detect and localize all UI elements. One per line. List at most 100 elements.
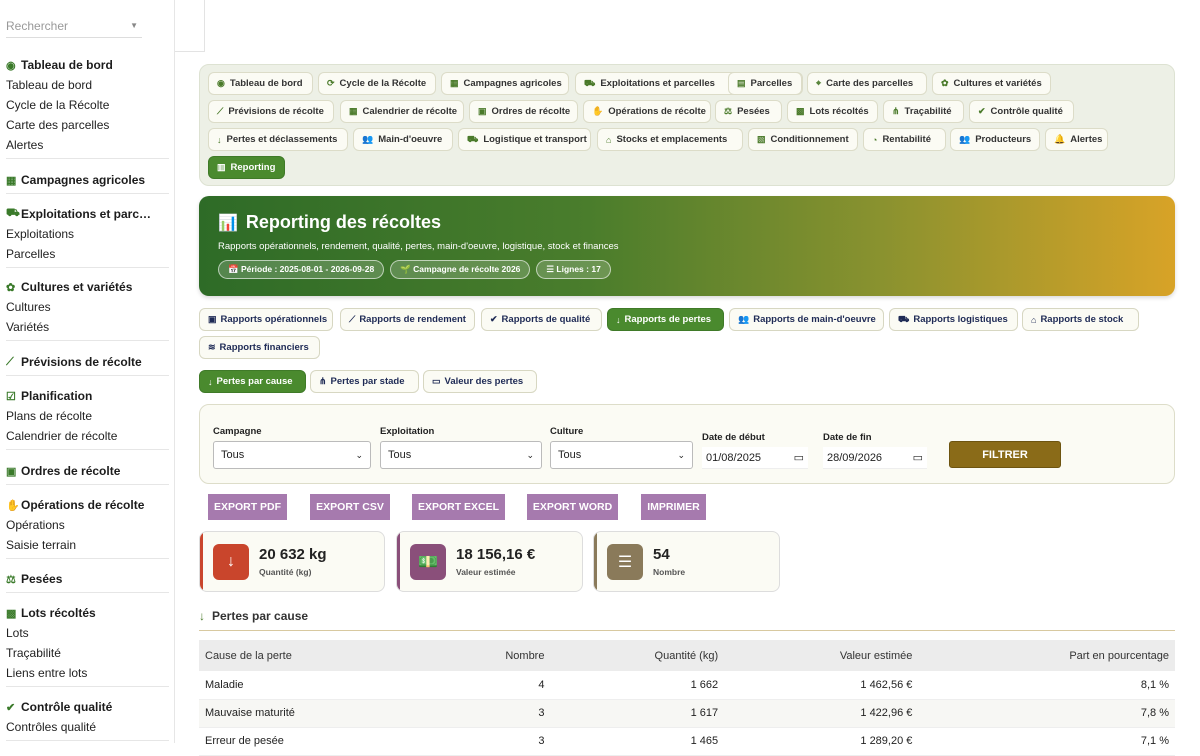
nav-0[interactable]: ◉ Tableau de bord (208, 72, 313, 95)
sidebar-group-title[interactable]: ▩ Lots récoltés (6, 603, 169, 623)
calendar-icon: ▦ (6, 174, 17, 187)
nav-18[interactable]: ⌂ Stocks et emplacements (597, 128, 743, 151)
nav-12[interactable]: ▩ Lots récoltés (787, 100, 878, 123)
quality-icon: ✔ (978, 106, 986, 116)
sidebar-item[interactable]: Carte des parcelles (6, 115, 169, 135)
chart-bar-icon: ▥ (217, 162, 226, 172)
sidebar-item[interactable]: Tableau de bord (6, 75, 169, 95)
sidebar-item[interactable]: Opérations (6, 515, 169, 535)
sidebar-item[interactable]: Calendrier de récolte (6, 426, 169, 446)
sidebar-group-title[interactable]: ✋ Opérations de récolte (6, 495, 169, 515)
column-header[interactable]: Part en pourcentage (918, 640, 1175, 671)
nav-11[interactable]: ⚖ Pesées (715, 100, 782, 123)
sidebar-group-title[interactable]: ✿ Cultures et variétés (6, 277, 169, 297)
sidebar-item[interactable]: Alertes (6, 135, 169, 155)
tractor-icon: ⛟ (584, 77, 596, 88)
nav-2[interactable]: ▦ Campagnes agricoles (441, 72, 569, 95)
sidebar-item[interactable]: Liens entre lots (6, 663, 169, 683)
nav-1[interactable]: ⟳ Cycle de la Récolte (318, 72, 436, 95)
sidebar-item[interactable]: Plans de récolte (6, 406, 169, 426)
sub-tab-2[interactable]: ▭ Valeur des pertes (423, 370, 537, 393)
sidebar-item[interactable]: Saisie terrain (6, 535, 169, 555)
column-header[interactable]: Quantité (kg) (550, 640, 725, 671)
export-pdf-button[interactable]: EXPORT PDF (208, 494, 287, 520)
nav-8[interactable]: ▦ Calendrier de récolte (340, 100, 464, 123)
export-csv-button[interactable]: EXPORT CSV (310, 494, 390, 520)
export-excel-button[interactable]: EXPORT EXCEL (412, 494, 505, 520)
table-cell: 1 422,96 € (724, 699, 919, 728)
sidebar: Rechercher ▼ ◉ Tableau de bord Tableau de … (0, 0, 175, 743)
tractor-icon: ⛟ (6, 207, 20, 219)
sidebar-item[interactable]: Parcelles (6, 244, 169, 264)
nav-14[interactable]: ✔ Contrôle qualité (969, 100, 1074, 123)
print-button[interactable]: IMPRIMER (641, 494, 706, 520)
sidebar-group-title[interactable]: ⚖ Pesées (6, 569, 169, 589)
sidebar-group-title[interactable]: ▦ Campagnes agricoles (6, 170, 169, 190)
nav-19[interactable]: ▧ Conditionnement (748, 128, 858, 151)
nav-10[interactable]: ✋ Opérations de récolte (583, 100, 711, 123)
export-word-button[interactable]: EXPORT WORD (527, 494, 618, 520)
truck-icon: ⛟ (467, 133, 479, 144)
nav-7[interactable]: ⟋ Prévisions de récolte (208, 100, 334, 123)
nav-21[interactable]: 👥 Producteurs (950, 128, 1040, 151)
date-fin-input[interactable]: 28/09/2026 ▭ (823, 447, 927, 469)
sidebar-item[interactable]: Cultures (6, 297, 169, 317)
nav-6[interactable]: ✿ Cultures et variétés (932, 72, 1051, 95)
report-tab-0[interactable]: ▣ Rapports opérationnels (199, 308, 333, 331)
arrow-down-icon: ↓ (208, 376, 213, 387)
date-debut-input[interactable]: 01/08/2025 ▭ (702, 447, 808, 469)
table-row: Erreur de pesée 3 1 465 1 289,20 €7,1 % (199, 727, 1175, 756)
report-tab-5[interactable]: ⛟ Rapports logistiques (889, 308, 1018, 331)
filter-button[interactable]: FILTRER (949, 441, 1061, 468)
sidebar-search[interactable]: Rechercher ▼ (6, 14, 142, 38)
sidebar-group-title[interactable]: ◉ Tableau de bord (6, 55, 169, 75)
nav-4[interactable]: ▤ Parcelles (728, 72, 802, 95)
column-header[interactable]: Valeur estimée (724, 640, 919, 671)
sub-tab-0[interactable]: ↓ Pertes par cause (199, 370, 306, 393)
sidebar-item[interactable]: Cycle de la Récolte (6, 95, 169, 115)
sidebar-group-title[interactable]: ⟋ Prévisions de récolte (6, 352, 169, 372)
seedling-icon: ✿ (6, 281, 16, 294)
sidebar-group-title[interactable]: ☑ Planification (6, 386, 169, 406)
report-tab-4[interactable]: 👥 Rapports de main-d'oeuvre (729, 308, 884, 331)
nav-16[interactable]: 👥 Main-d'oeuvre (353, 128, 453, 151)
sidebar-group-title[interactable]: ⛟ Exploitations et parc… (6, 204, 169, 224)
chevron-down-icon: ⌄ (526, 449, 534, 460)
sidebar-group-title[interactable]: ✔ Contrôle qualité (6, 697, 169, 717)
report-tab-3[interactable]: ↓ Rapports de pertes (607, 308, 724, 331)
truck-icon: ⛟ (898, 313, 910, 324)
nav-17[interactable]: ⛟ Logistique et transport (458, 128, 591, 151)
report-tab-6[interactable]: ⌂ Rapports de stock (1022, 308, 1139, 331)
column-header[interactable]: Nombre (433, 640, 551, 671)
sidebar-item[interactable]: Traçabilité (6, 643, 169, 663)
nav-5[interactable]: ⌖ Carte des parcelles (807, 72, 927, 95)
report-tab-2[interactable]: ✔ Rapports de qualité (481, 308, 602, 331)
nav-23[interactable]: ▥ Reporting (208, 156, 285, 179)
sub-tab-1[interactable]: ⋔ Pertes par stade (310, 370, 419, 393)
exploitation-select[interactable]: Tous ⌄ (380, 441, 542, 469)
table-cell: 1 617 (550, 699, 725, 728)
nav-9[interactable]: ▣ Ordres de récolte (469, 100, 578, 123)
warehouse-icon: ⌂ (1031, 314, 1037, 325)
campagne-select[interactable]: Tous ⌄ (213, 441, 371, 469)
report-tab-7[interactable]: ≋ Rapports financiers (199, 336, 320, 359)
culture-label: Culture (550, 426, 584, 437)
nav-22[interactable]: 🔔 Alertes (1045, 128, 1108, 151)
map-icon: ▤ (737, 78, 746, 88)
nav-13[interactable]: ⋔ Traçabilité (883, 100, 964, 123)
sidebar-item[interactable]: Variétés (6, 317, 169, 337)
calendar-icon: ▭ (793, 452, 804, 464)
column-header[interactable]: Cause de la perte (199, 640, 434, 671)
sidebar-item[interactable]: Exploitations (6, 224, 169, 244)
sidebar-item[interactable]: Lots (6, 623, 169, 643)
page-header: 📊 Reporting des récoltes Rapports opérati… (199, 196, 1175, 296)
sidebar-group-title[interactable]: ▣ Ordres de récolte (6, 461, 169, 481)
nav-20[interactable]: ◔ Rentabilité (863, 128, 946, 151)
chevron-down-icon: ⌄ (355, 449, 363, 460)
report-tab-1[interactable]: ⟋ Rapports de rendement (340, 308, 475, 331)
sidebar-item[interactable]: Contrôles qualité (6, 717, 169, 737)
exploitation-label: Exploitation (380, 426, 435, 437)
nav-15[interactable]: ↓ Pertes et déclassements (208, 128, 348, 151)
losses-table: Cause de la perte Nombre Quantité (kg) Vale… (199, 640, 1175, 756)
culture-select[interactable]: Tous ⌄ (550, 441, 693, 469)
